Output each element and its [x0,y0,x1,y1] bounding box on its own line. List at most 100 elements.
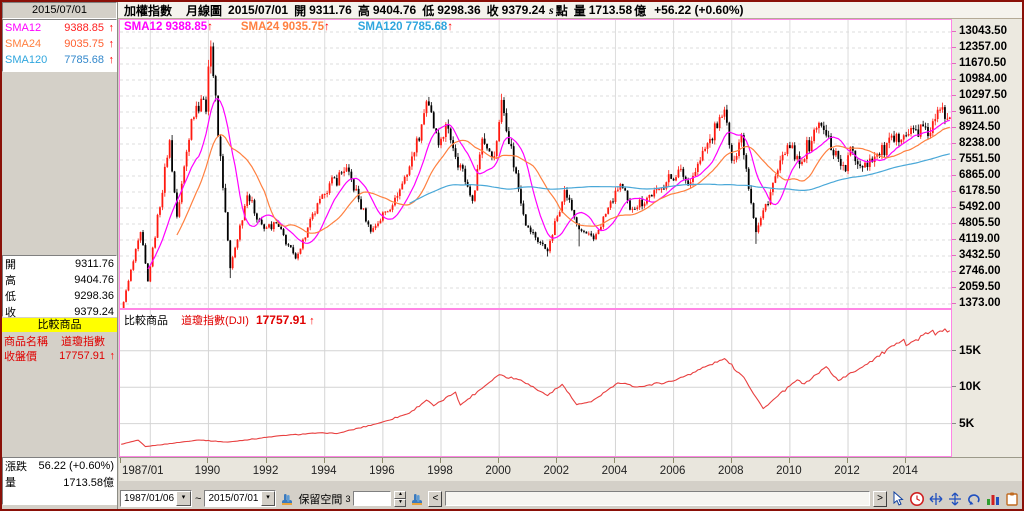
price-axis-label: 2059.50 [959,281,1001,293]
price-axis-label: 5492.00 [959,201,1001,213]
zoom-vertical-icon[interactable] [947,491,963,507]
chart-tool-icon[interactable] [985,491,1001,507]
compare-row-value: 道瓊指數 [61,335,105,348]
range-separator: ~ [195,492,202,505]
range-end-value: 2015/07/01 [208,493,259,504]
reserve-space-input[interactable] [353,491,392,506]
axis-tick [905,458,907,463]
compare-chart-area[interactable]: 比較商品 道瓊指數(DJI) 17757.91 ↑ [119,309,952,457]
taiex-candlestick-chart[interactable] [120,20,951,308]
range-end-dropdown[interactable]: 2015/07/01 ▾ [204,490,277,507]
change-volume-panel: 漲跌 56.22 (+0.60%) 量 1713.58億 [2,457,117,505]
ohlc-row-value: 9379.24 [74,306,114,318]
sma-row: SMA24 9035.75 ↑ [3,36,116,52]
point-label: 點 [555,3,568,18]
x-axis-label: 2008 [717,465,744,477]
ohlc-row-label: 開 [5,259,16,271]
axis-tick [265,458,267,463]
axis-tick [498,458,500,463]
volume-unit: 億 [634,3,647,18]
x-axis-label: 1990 [194,465,221,477]
price-axis-label: 8238.00 [959,137,1001,149]
compare-series-name: 道瓊指數(DJI) [181,315,249,327]
price-axis-label: 12357.00 [959,41,1007,53]
scroll-left-button[interactable]: < [428,490,443,507]
axis-tick [952,95,956,96]
zoom-horizontal-icon[interactable] [928,491,944,507]
x-axis-label: 2000 [485,465,511,477]
change-row-label: 漲跌 [5,461,27,473]
compare-row-label: 收盤價 [4,350,37,363]
up-arrow-icon: ↑ [108,22,115,34]
clipboard-icon[interactable] [1004,491,1020,507]
x-axis-label: 2004 [601,465,628,477]
sma-row-label: SMA24 [5,38,42,50]
axis-tick [672,458,674,463]
volume-label: 量 [573,3,586,18]
close-value: 9379.24 [501,3,546,17]
change-value: +56.22 (+0.60%) [654,3,744,17]
high-value: 9404.76 [372,3,417,17]
sma-row-label: SMA120 [5,54,48,66]
up-arrow-icon: ↑ [207,21,213,33]
reserve-space-value: 3 [345,493,351,504]
period-label: 月線圖 [186,3,223,18]
sma-row: SMA12 9388.85 ↑ [3,20,116,36]
ohlc-row: 高 9404.76 [3,272,116,288]
scroll-right-button[interactable]: > [873,490,887,507]
axis-tick [556,458,558,463]
stepper-down-icon[interactable]: ▼ [394,498,407,507]
axis-tick [952,271,956,272]
hand-tool-icon[interactable] [279,491,295,507]
chevron-down-icon[interactable]: ▾ [260,491,276,506]
x-axis-label: 2014 [892,465,918,477]
sma-legend-item: SMA12 9388.85↑ [124,21,213,33]
change-row-value: 56.22 (+0.60%) [38,460,114,472]
main-chart-area[interactable]: SMA12 9388.85↑ SMA24 9035.75↑ SMA120 7785.… [119,19,952,309]
price-axis-label: 1373.00 [959,297,1001,309]
axis-tick [952,207,956,208]
axis-tick [952,31,956,32]
axis-tick [614,458,616,463]
dji-line-chart[interactable] [120,310,951,456]
hand-tool-icon[interactable] [409,491,425,507]
compare-section-header: 比較商品 [2,318,117,332]
axis-tick [952,63,956,64]
x-axis-label: 1996 [369,465,395,477]
high-label: 高 [357,3,370,18]
axis-tick [323,458,325,463]
time-axis: 1987/01 1990 1992 1994 1996 1998 2000 2002 2004 2… [119,457,1022,481]
ohlc-row: 低 9298.36 [3,288,116,304]
x-axis-label: 2006 [659,465,686,477]
sma-legend-item: SMA120 7785.68↑ [358,21,453,33]
reserve-space-label: 保留空間 [298,493,343,506]
ohlc-row-value: 9298.36 [74,290,114,302]
axis-tick [952,175,956,176]
chevron-down-icon[interactable]: ▾ [176,491,191,506]
pointer-tool-icon[interactable] [890,490,906,507]
reserve-space-stepper[interactable]: ▲ ▼ [394,490,407,507]
sma-legend-item: SMA24 9035.75↑ [241,21,330,33]
compare-axis-label: 10K [959,379,982,394]
axis-tick [952,47,956,48]
range-start-dropdown[interactable]: 1987/01/06 ▾ [120,490,192,507]
undo-icon[interactable] [966,491,982,507]
price-axis-label: 6178.50 [959,185,1001,197]
sma-row-value: 9388.85 [64,22,104,34]
x-axis-label: 1987/01 [122,465,164,477]
open-label: 開 [294,3,307,18]
axis-tick [952,223,956,224]
horizontal-scrollbar[interactable] [445,491,870,506]
header-date: 2015/07/01 [228,3,289,17]
sma-legend-text: SMA12 9388.85 [124,21,208,33]
up-arrow-icon: ↑ [108,54,115,66]
x-axis-label: 1994 [310,465,337,477]
change-row: 漲跌 56.22 (+0.60%) [3,458,116,474]
stepper-up-icon[interactable]: ▲ [394,490,407,499]
clock-tool-icon[interactable] [909,491,925,507]
price-axis-label: 9611.00 [959,105,1000,117]
sma-legend-text: SMA120 7785.68 [357,21,448,33]
compare-row-label: 商品名稱 [4,335,48,348]
change-row-value: 1713.58億 [63,477,114,489]
price-axis-label: 4119.00 [959,233,1000,245]
